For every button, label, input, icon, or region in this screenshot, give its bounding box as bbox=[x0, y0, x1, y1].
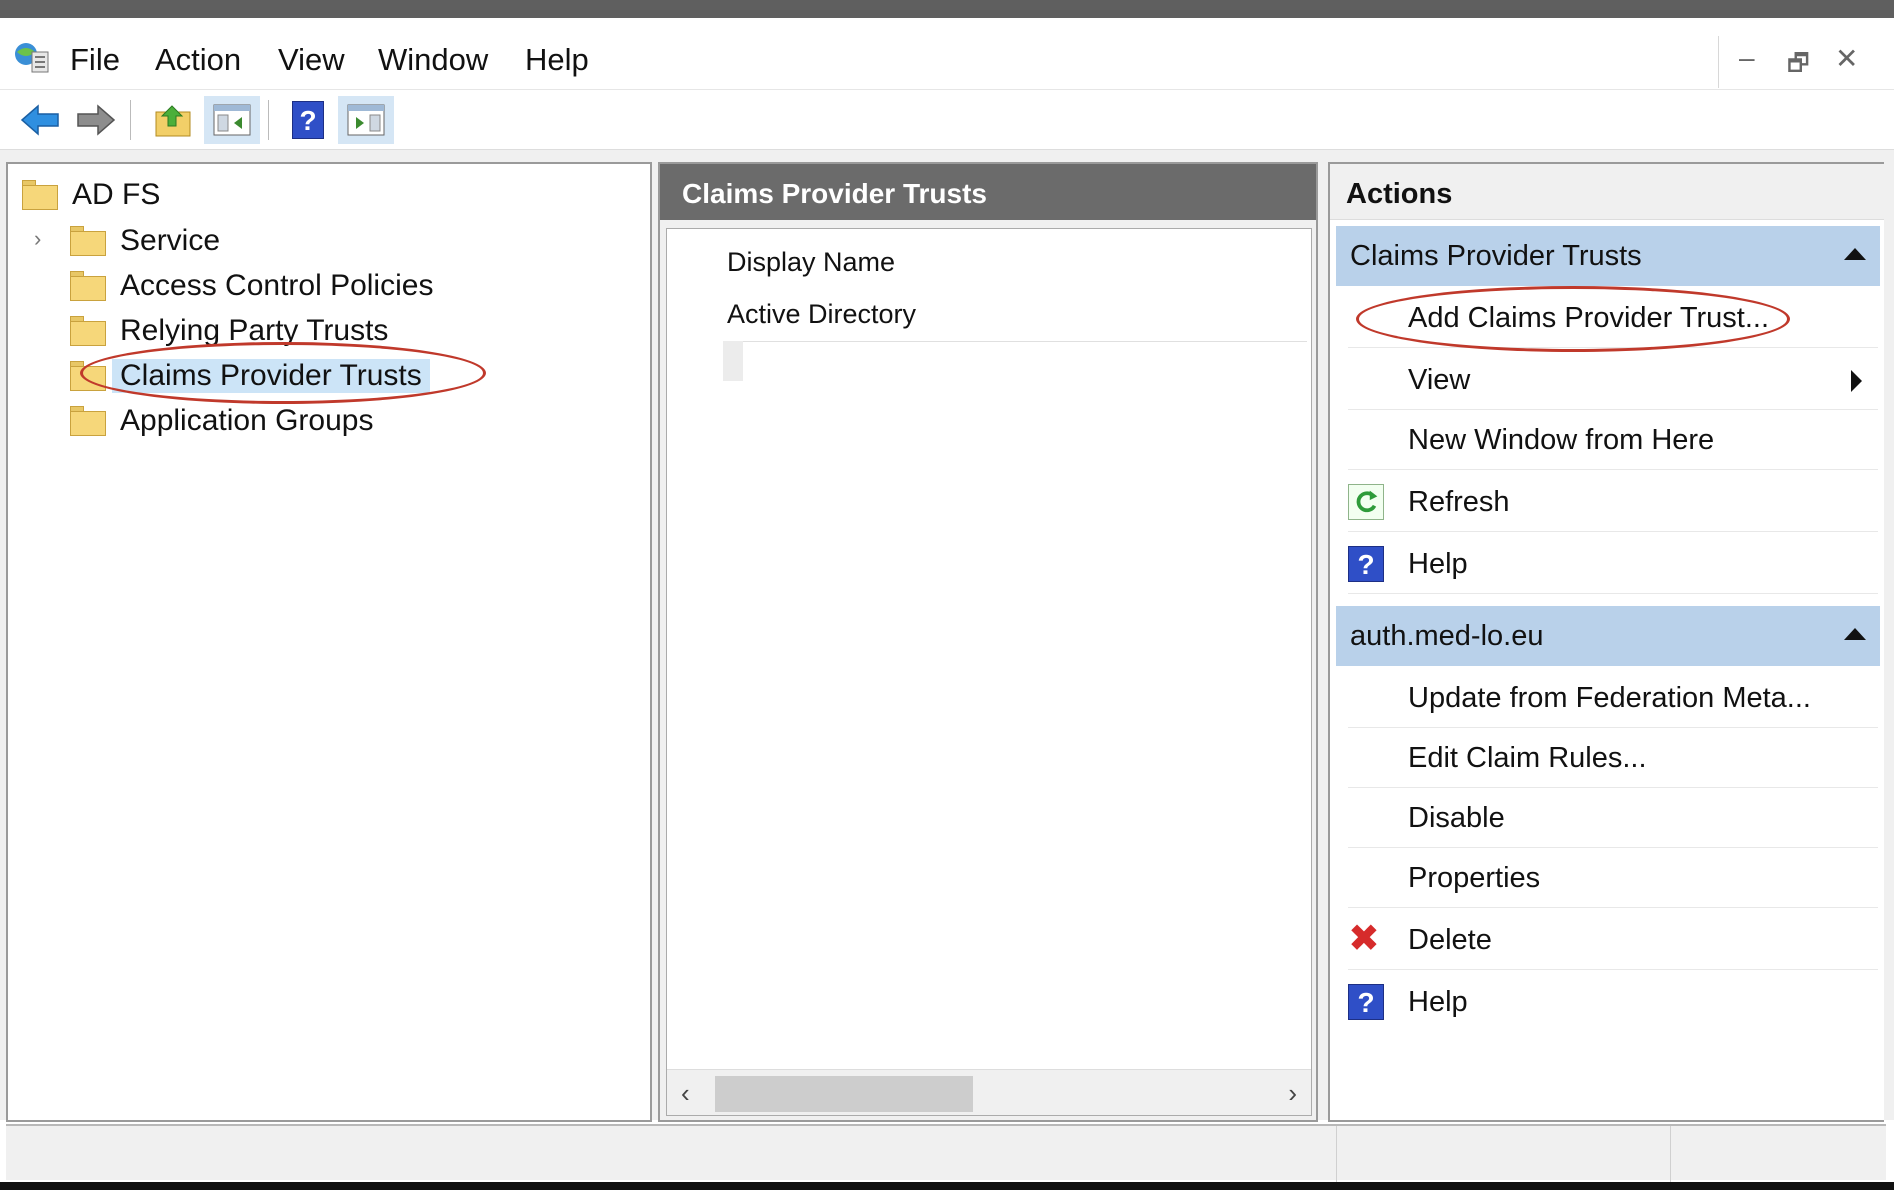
refresh-icon bbox=[1348, 484, 1384, 520]
delete-icon: ✖ bbox=[1348, 918, 1380, 960]
action-delete[interactable]: ✖ Delete bbox=[1348, 910, 1878, 970]
list-item[interactable]: Active Directory bbox=[727, 299, 916, 330]
help-icon: ? bbox=[1348, 984, 1384, 1020]
tree-item-label: Access Control Policies bbox=[120, 269, 434, 302]
folder-icon bbox=[70, 406, 106, 436]
action-edit-claim-rules[interactable]: Edit Claim Rules... bbox=[1348, 728, 1878, 788]
menu-bar: File Action View Window Help – 🗗 ✕ bbox=[0, 18, 1894, 90]
results-pane-title: Claims Provider Trusts bbox=[660, 164, 1316, 220]
action-label: Refresh bbox=[1408, 486, 1510, 518]
action-label: View bbox=[1408, 364, 1471, 396]
forward-arrow-icon bbox=[77, 104, 116, 136]
results-pane: Claims Provider Trusts Display Name Acti… bbox=[658, 162, 1318, 1122]
help-icon: ? bbox=[1348, 546, 1384, 582]
minimize-button[interactable]: – bbox=[1739, 42, 1755, 74]
section-title: Claims Provider Trusts bbox=[1350, 240, 1642, 272]
console-tree: AD FS › Service Access Control Policies … bbox=[6, 162, 652, 1122]
toolbar: ? bbox=[0, 90, 1894, 150]
help-icon: ? bbox=[292, 101, 324, 139]
folder-icon bbox=[22, 180, 58, 210]
folder-icon bbox=[70, 226, 106, 256]
tree-item-label: Claims Provider Trusts bbox=[112, 359, 430, 393]
show-hide-action-pane-button[interactable] bbox=[338, 96, 394, 144]
folder-icon bbox=[70, 271, 106, 301]
collapse-triangle-icon[interactable] bbox=[1844, 248, 1866, 260]
window-bottom-frame bbox=[0, 1182, 1894, 1190]
tree-item-label: Relying Party Trusts bbox=[120, 314, 389, 347]
action-label: Update from Federation Meta... bbox=[1408, 682, 1811, 714]
status-bar-divider bbox=[1670, 1126, 1671, 1182]
folder-up-icon bbox=[155, 105, 191, 137]
window-top-frame bbox=[0, 0, 1894, 18]
action-label: Edit Claim Rules... bbox=[1408, 742, 1647, 774]
status-bar bbox=[6, 1124, 1886, 1182]
action-label: Properties bbox=[1408, 862, 1541, 894]
scroll-right-icon[interactable]: › bbox=[1288, 1078, 1297, 1109]
toolbar-separator bbox=[268, 100, 269, 140]
action-label: New Window from Here bbox=[1408, 424, 1715, 456]
action-add-claims-provider-trust[interactable]: Add Claims Provider Trust... bbox=[1348, 288, 1878, 348]
tree-item-label: Service bbox=[120, 224, 221, 257]
help-toolbar-button[interactable]: ? bbox=[280, 96, 336, 144]
scroll-thumb[interactable] bbox=[715, 1076, 973, 1112]
action-help[interactable]: ? Help bbox=[1348, 534, 1878, 594]
action-refresh[interactable]: Refresh bbox=[1348, 472, 1878, 532]
menu-view[interactable]: View bbox=[278, 42, 345, 78]
action-disable[interactable]: Disable bbox=[1348, 788, 1878, 848]
tree-item-service[interactable]: Service bbox=[70, 220, 220, 262]
tree-root-adfs[interactable]: AD FS bbox=[22, 174, 160, 216]
restore-button[interactable]: 🗗 bbox=[1787, 46, 1810, 87]
action-label: Help bbox=[1408, 548, 1468, 580]
row-divider bbox=[727, 341, 1307, 342]
menu-window[interactable]: Window bbox=[378, 42, 488, 78]
folder-icon bbox=[70, 361, 106, 391]
folder-icon bbox=[70, 316, 106, 346]
action-pane-icon bbox=[347, 104, 385, 136]
action-label: Help bbox=[1408, 986, 1468, 1018]
up-one-level-button[interactable] bbox=[146, 96, 202, 144]
horizontal-scrollbar[interactable]: ‹ › bbox=[667, 1069, 1311, 1115]
collapse-triangle-icon[interactable] bbox=[1844, 628, 1866, 640]
actions-section-auth-med-lo-eu[interactable]: auth.med-lo.eu bbox=[1336, 606, 1880, 666]
action-label: Add Claims Provider Trust... bbox=[1408, 302, 1769, 334]
forward-button[interactable] bbox=[68, 96, 124, 144]
action-new-window-from-here[interactable]: New Window from Here bbox=[1348, 410, 1878, 470]
action-label: Disable bbox=[1408, 802, 1505, 834]
tree-item-access-control-policies[interactable]: Access Control Policies bbox=[70, 265, 433, 307]
console-tree-icon bbox=[213, 104, 251, 136]
tree-root-label: AD FS bbox=[72, 178, 161, 211]
action-view[interactable]: View bbox=[1348, 350, 1878, 410]
scroll-left-icon[interactable]: ‹ bbox=[681, 1078, 690, 1109]
expand-chevron-icon[interactable]: › bbox=[34, 226, 41, 252]
action-update-from-federation-metadata[interactable]: Update from Federation Meta... bbox=[1348, 668, 1878, 728]
actions-pane-title: Actions bbox=[1330, 164, 1884, 220]
row-focus-marker bbox=[723, 341, 743, 381]
action-help[interactable]: ? Help bbox=[1348, 972, 1878, 1032]
tree-item-application-groups[interactable]: Application Groups bbox=[70, 400, 373, 442]
tree-item-relying-party-trusts[interactable]: Relying Party Trusts bbox=[70, 310, 388, 352]
column-header-display-name[interactable]: Display Name bbox=[727, 247, 895, 278]
close-button[interactable]: ✕ bbox=[1835, 42, 1858, 75]
mmc-app-icon[interactable] bbox=[12, 40, 52, 76]
menu-file[interactable]: File bbox=[70, 42, 120, 78]
submenu-arrow-icon bbox=[1851, 370, 1862, 392]
actions-pane: Actions Claims Provider Trusts Add Claim… bbox=[1328, 162, 1884, 1122]
toolbar-separator bbox=[130, 100, 131, 140]
section-title: auth.med-lo.eu bbox=[1350, 620, 1544, 652]
window-controls: – 🗗 ✕ bbox=[1718, 36, 1868, 88]
status-bar-divider bbox=[1336, 1126, 1337, 1182]
actions-section-claims-provider-trusts[interactable]: Claims Provider Trusts bbox=[1336, 226, 1880, 286]
back-arrow-icon bbox=[20, 104, 59, 136]
show-hide-console-tree-button[interactable] bbox=[204, 96, 260, 144]
trust-list: Display Name Active Directory ‹ › bbox=[666, 228, 1312, 1116]
tree-item-claims-provider-trusts[interactable]: Claims Provider Trusts bbox=[70, 355, 430, 397]
back-button[interactable] bbox=[12, 96, 68, 144]
menu-action[interactable]: Action bbox=[155, 42, 241, 78]
tree-item-label: Application Groups bbox=[120, 404, 374, 437]
menu-help[interactable]: Help bbox=[525, 42, 589, 78]
action-label: Delete bbox=[1408, 924, 1492, 956]
action-properties[interactable]: Properties bbox=[1348, 848, 1878, 908]
